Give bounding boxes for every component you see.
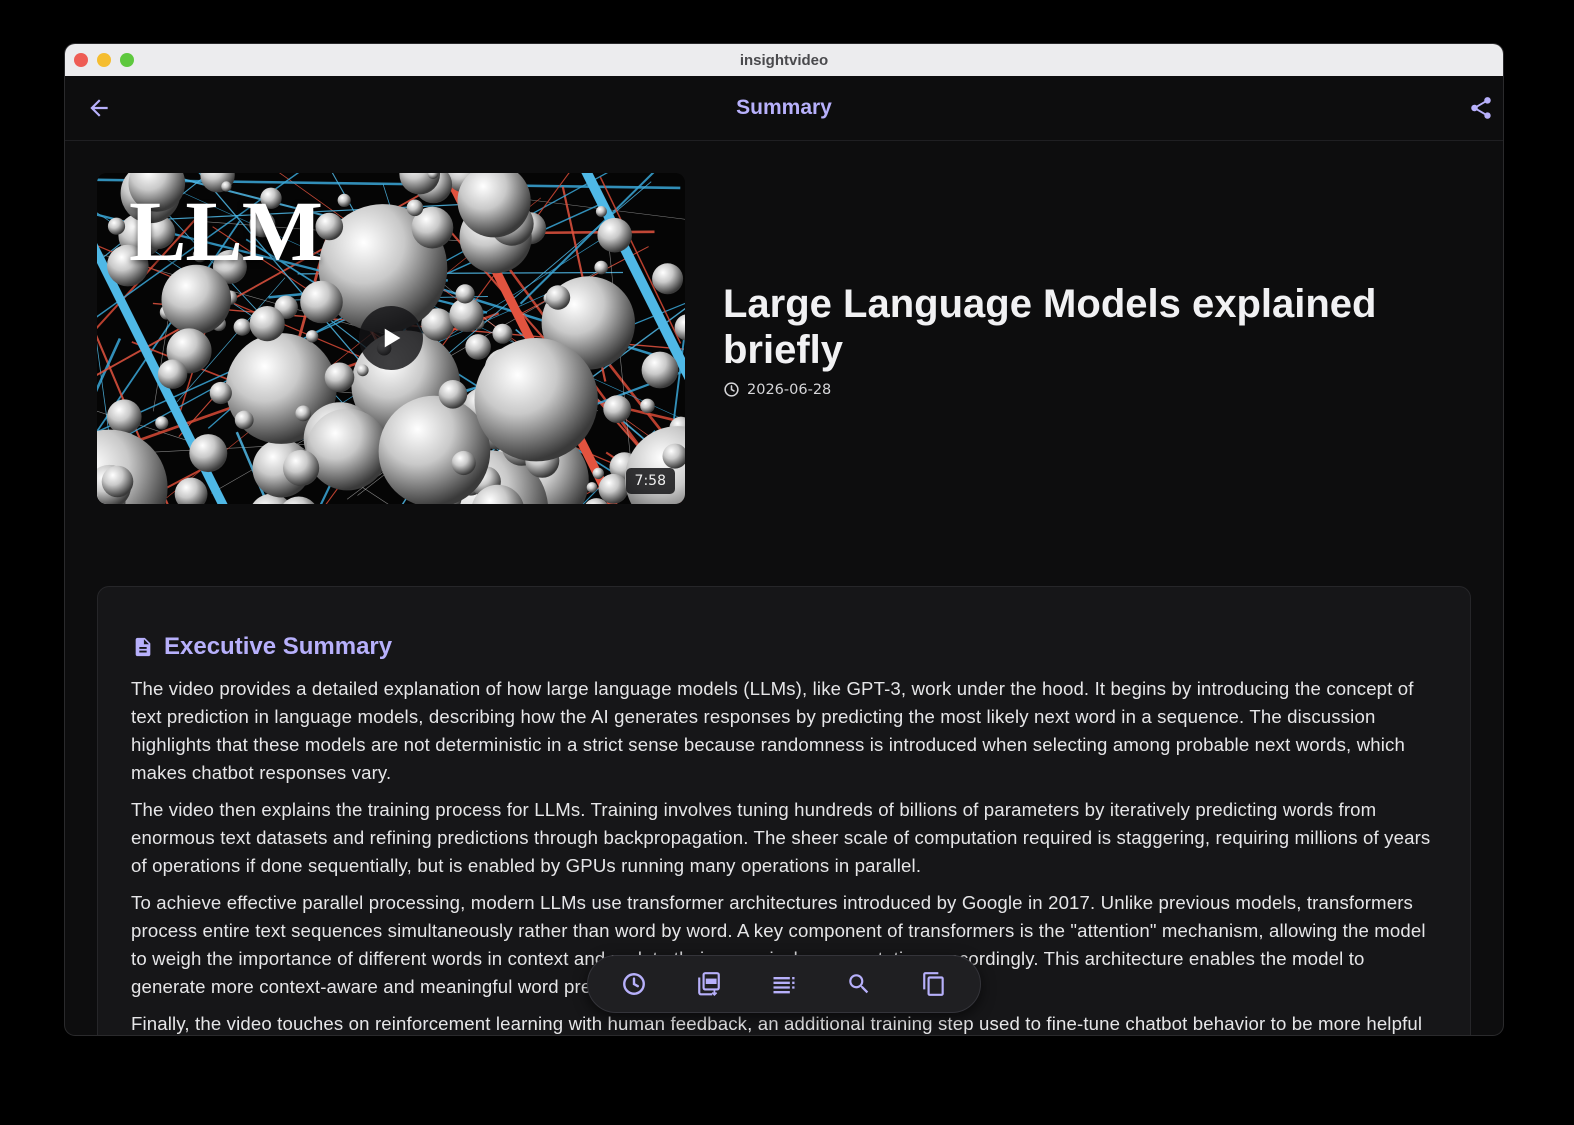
app-window: insightvideo Summary LLM 7:58 Large Lang… <box>65 44 1503 1035</box>
share-button[interactable] <box>1465 92 1497 124</box>
summary-paragraph: The video then explains the training pro… <box>131 799 1431 876</box>
video-date: 2026-06-28 <box>723 381 831 398</box>
summary-content: LLM 7:58 Large Language Models explained… <box>65 141 1503 1035</box>
summary-paragraph: The video provides a detailed explanatio… <box>131 678 1414 783</box>
play-button[interactable] <box>359 306 423 370</box>
window-titlebar: insightvideo <box>65 44 1503 76</box>
zoom-window-button[interactable] <box>120 53 134 67</box>
video-thumbnail[interactable]: LLM 7:58 <box>97 173 685 504</box>
pdf-export-icon <box>697 972 720 997</box>
thumbnail-title: LLM <box>129 183 323 279</box>
window-controls <box>74 53 134 67</box>
section-title: Executive Summary <box>164 633 393 660</box>
floating-toolbar <box>587 955 981 1013</box>
document-icon <box>135 637 151 657</box>
search-button[interactable] <box>837 962 881 1006</box>
clock-icon <box>622 973 645 995</box>
history-button[interactable] <box>612 962 656 1006</box>
copy-button[interactable] <box>912 962 956 1006</box>
play-icon <box>384 328 401 348</box>
clock-icon <box>724 382 739 397</box>
page-title: Summary <box>736 96 832 119</box>
video-date-text: 2026-06-28 <box>747 381 832 398</box>
search-icon <box>849 974 869 994</box>
video-duration-badge: 7:58 <box>625 468 675 494</box>
app-bar: Summary <box>65 76 1503 141</box>
video-title: Large Language Models explained briefly <box>723 282 1377 372</box>
share-icon <box>1471 97 1491 119</box>
close-window-button[interactable] <box>74 53 88 67</box>
copy-icon <box>923 972 945 996</box>
minimize-window-button[interactable] <box>97 53 111 67</box>
window-title: insightvideo <box>739 51 829 69</box>
export-pdf-button[interactable] <box>687 962 731 1006</box>
outline-button[interactable] <box>762 962 806 1006</box>
section-header: Executive Summary <box>132 633 392 661</box>
list-icon <box>773 977 795 994</box>
summary-paragraph: Finally, the video touches on reinforcem… <box>131 1013 1423 1034</box>
